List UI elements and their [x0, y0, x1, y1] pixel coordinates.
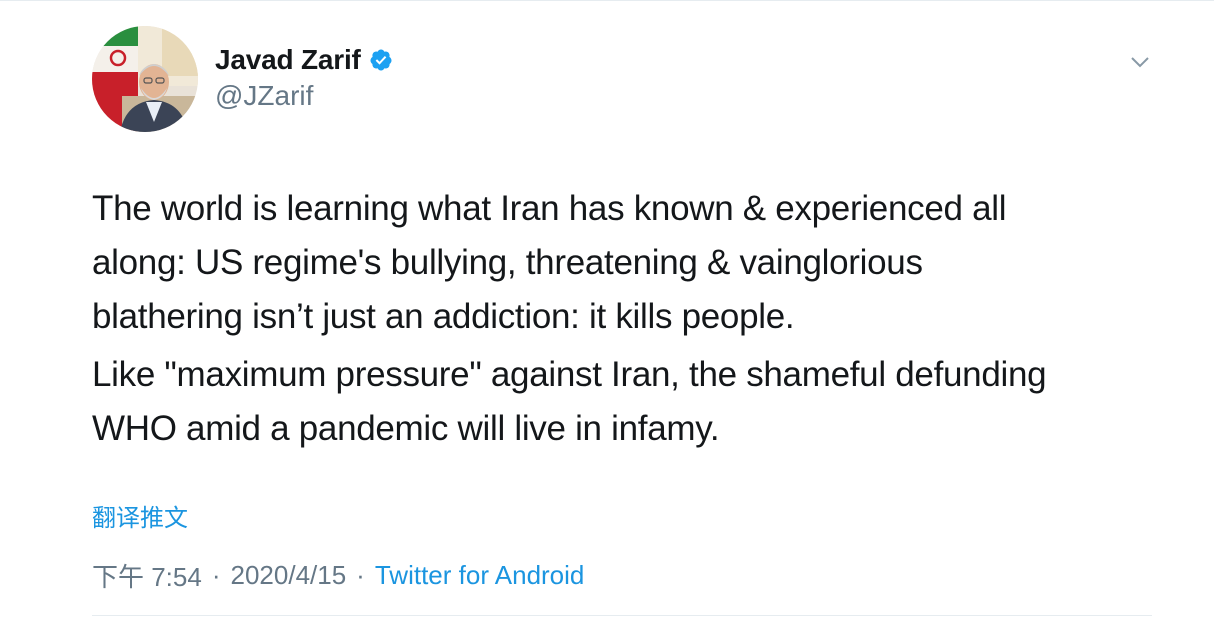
profile-photo-icon	[92, 26, 198, 132]
top-divider	[0, 0, 1214, 1]
tweet-paragraph: The world is learning what Iran has know…	[92, 189, 1007, 336]
bottom-divider	[92, 615, 1152, 616]
tweet-source-link[interactable]: Twitter for Android	[375, 560, 585, 591]
chevron-down-icon[interactable]	[1128, 52, 1152, 72]
meta-separator: ·	[356, 560, 365, 590]
tweet-paragraph: Like "maximum pressure" against Iran, th…	[92, 355, 1047, 448]
verified-badge-icon	[370, 49, 392, 71]
tweet-time[interactable]: 下午 7:54	[92, 557, 202, 594]
author-row[interactable]: Javad Zarif	[215, 44, 393, 76]
avatar[interactable]	[92, 26, 198, 132]
tweet-text: The world is learning what Iran has know…	[92, 182, 1172, 456]
meta-separator: ·	[211, 560, 221, 590]
author-handle[interactable]: @JZarif	[215, 80, 313, 112]
translate-tweet-link[interactable]: 翻译推文	[92, 498, 188, 533]
tweet-date[interactable]: 2020/4/15	[231, 560, 347, 591]
tweet-meta: 下午 7:54 · 2020/4/15 · Twitter for Androi…	[92, 557, 584, 594]
author-name[interactable]: Javad Zarif	[215, 44, 361, 76]
